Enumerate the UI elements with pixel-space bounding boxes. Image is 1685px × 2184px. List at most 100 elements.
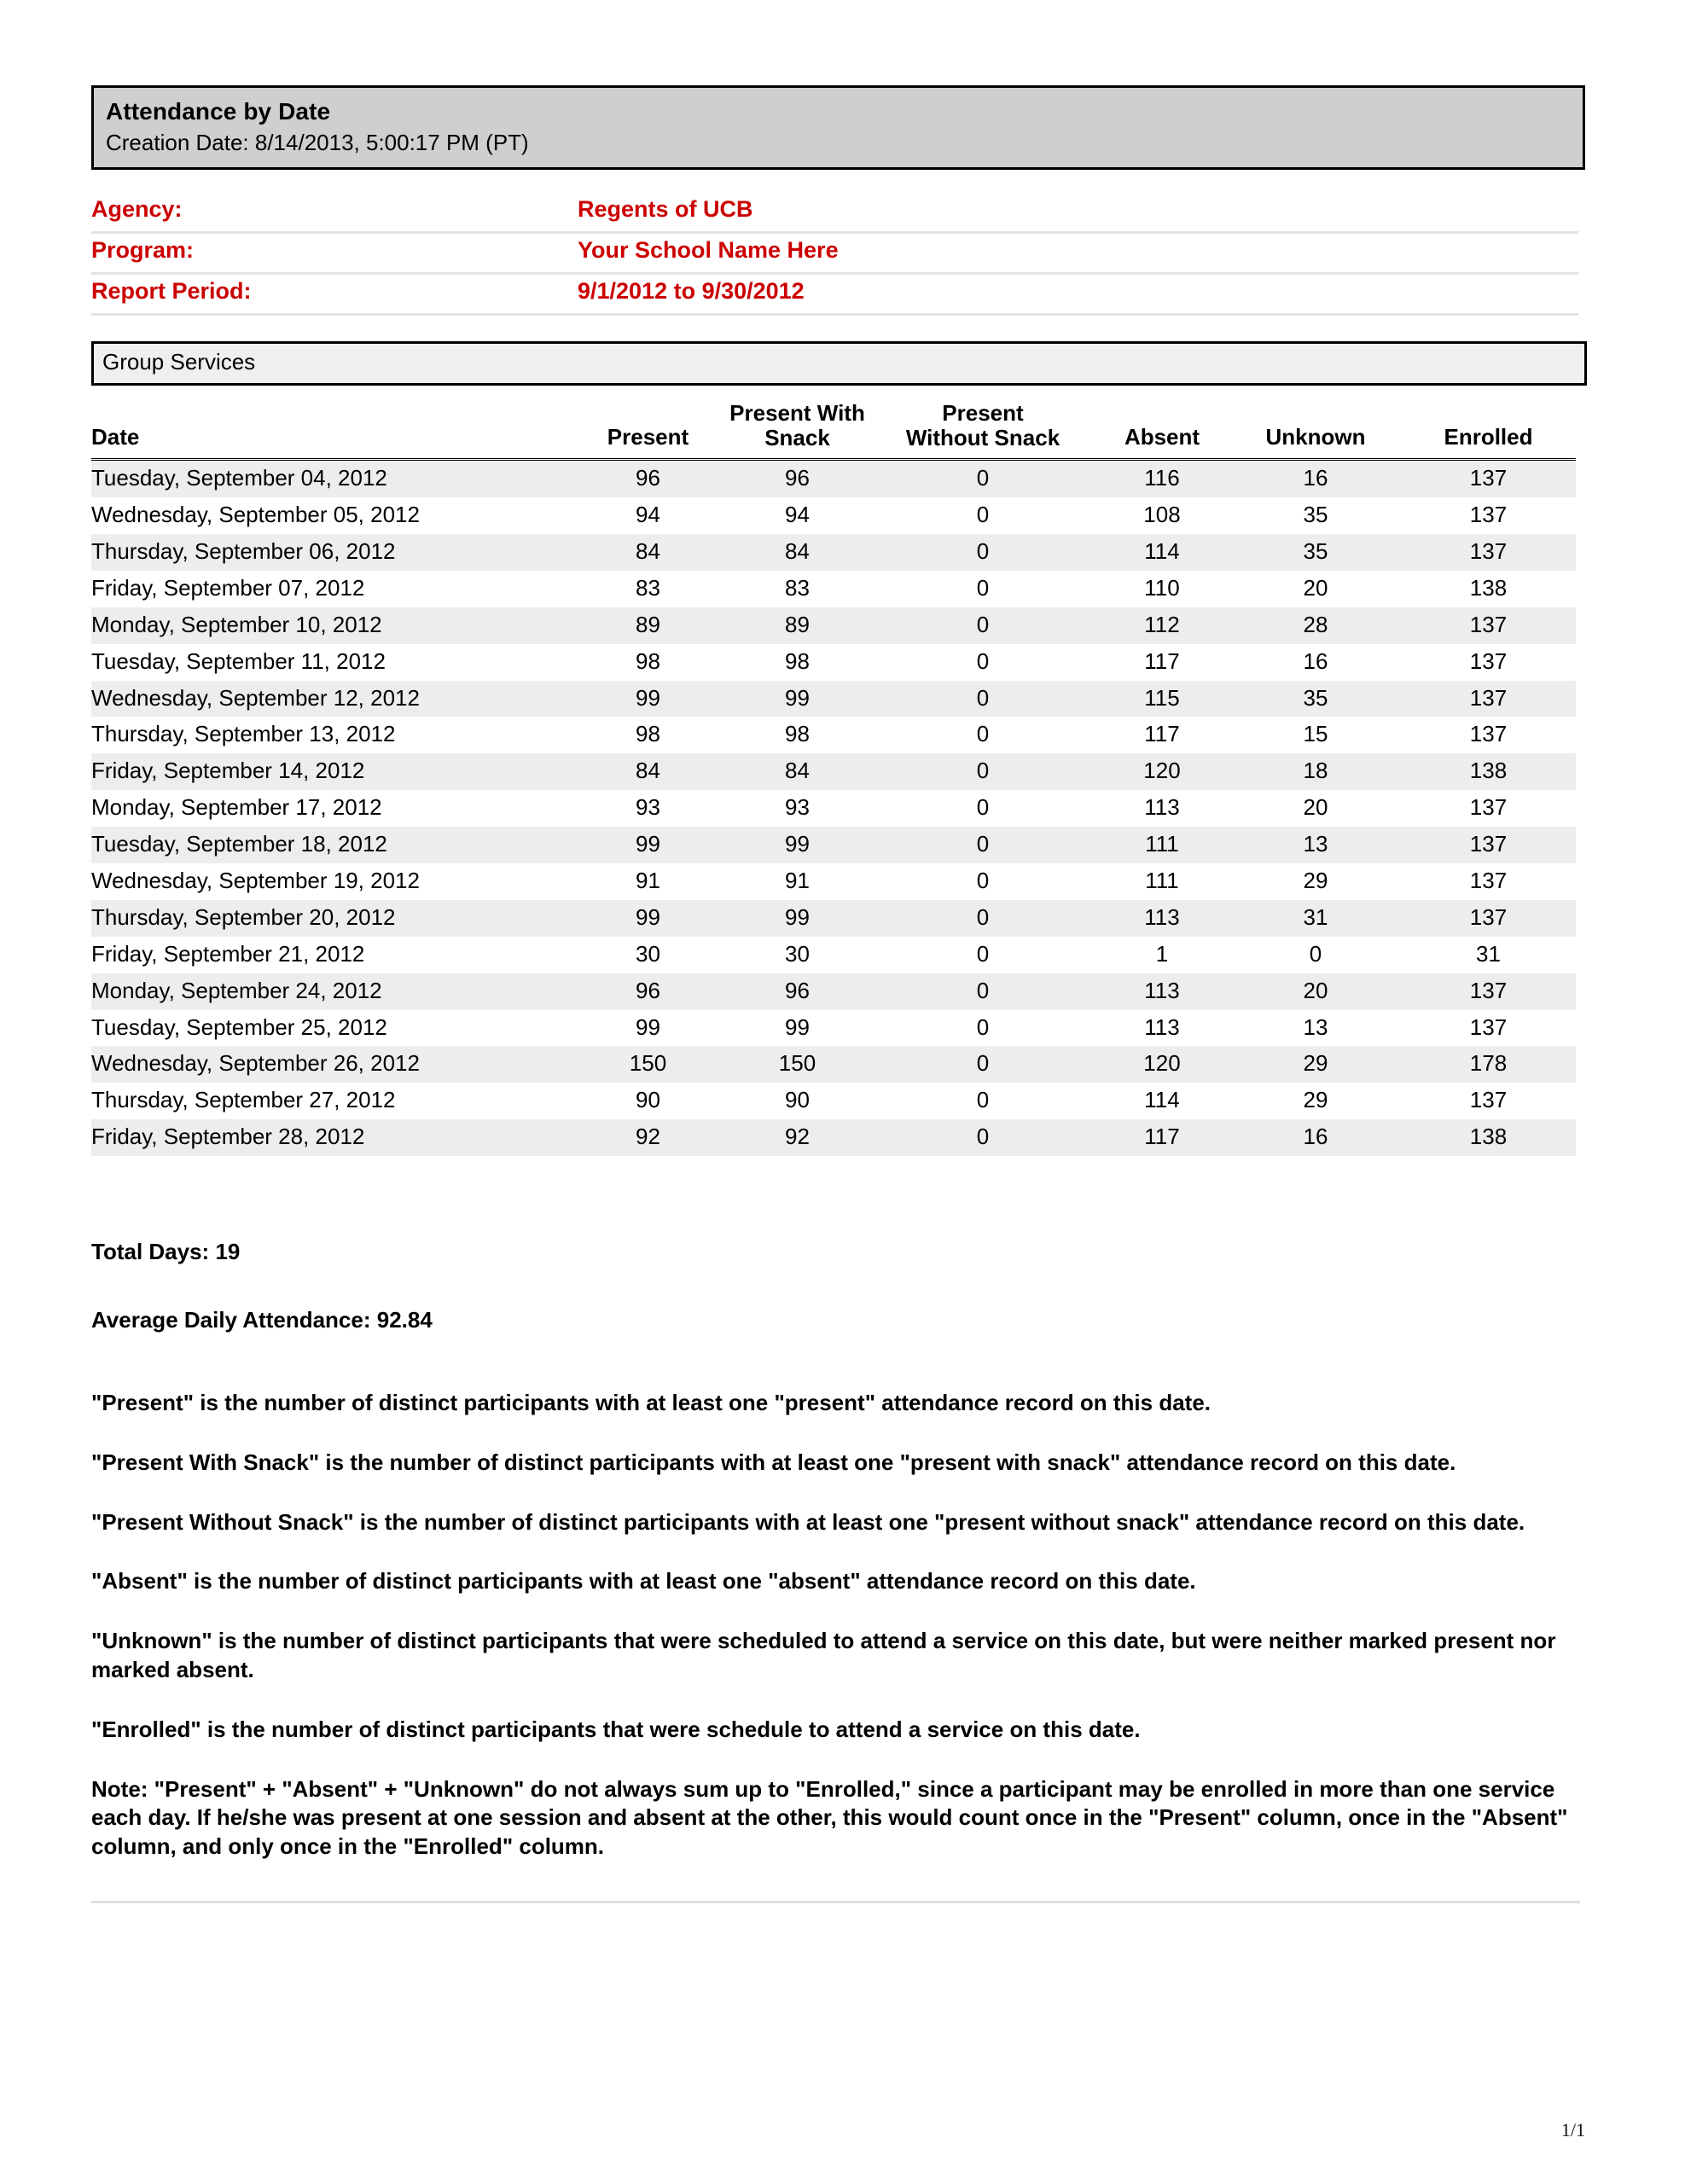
cell-value: 20 <box>1303 977 1328 1003</box>
cell-value: 99 <box>636 1014 660 1040</box>
table-head: Date Present Present With Snack Present … <box>91 400 1576 462</box>
cell-value: 83 <box>636 574 660 601</box>
cell-value: 28 <box>1303 611 1328 637</box>
cell-value: 99 <box>785 684 810 711</box>
cell-value: 0 <box>976 648 990 674</box>
cell-value: 113 <box>1144 794 1180 821</box>
table-row: Thursday, September 20, 2012 99 99 0 113 31 13… <box>91 899 1576 937</box>
cell-date: Tuesday, September 18, 2012 <box>91 831 387 857</box>
cell-value: 111 <box>1145 868 1179 894</box>
table-row: Wednesday, September 19, 2012 91 91 0 111 29 1… <box>91 863 1576 900</box>
cell-value: 16 <box>1303 1124 1328 1150</box>
cell-date: Wednesday, September 26, 2012 <box>91 1050 420 1077</box>
cell-value: 137 <box>1469 502 1508 528</box>
cell-value: 0 <box>976 574 990 601</box>
cell-value: 0 <box>976 721 990 747</box>
cell-value: 91 <box>636 868 660 894</box>
cell-value: 99 <box>636 684 660 711</box>
cell-value: 16 <box>1303 648 1328 674</box>
note-paragraph: "Present" is the number of distinct part… <box>91 1390 1211 1415</box>
cell-value: 0 <box>976 940 990 967</box>
table-row: Friday, September 14, 2012 84 84 0 120 18 138 <box>91 753 1576 791</box>
cell-value: 137 <box>1469 831 1508 857</box>
cell-date: Friday, September 28, 2012 <box>91 1124 365 1150</box>
cell-value: 0 <box>976 831 990 857</box>
cell-value: 113 <box>1144 977 1180 1003</box>
cell-value: 120 <box>1143 758 1181 784</box>
column-header-present-without-snack: Present Without Snack <box>872 400 1094 462</box>
table-row: Tuesday, September 11, 2012 98 98 0 117 16 137 <box>91 643 1576 681</box>
cell-value: 115 <box>1144 684 1180 711</box>
total-days: Total Days: 19 <box>91 1239 241 1264</box>
column-header-enrolled: Enrolled <box>1401 401 1576 462</box>
program-label: Program: <box>91 237 195 263</box>
table-row: Tuesday, September 18, 2012 99 99 0 111 13 137 <box>91 827 1576 864</box>
cell-date: Tuesday, September 25, 2012 <box>91 1014 387 1040</box>
cell-value: 0 <box>976 758 990 784</box>
cell-value: 0 <box>976 502 990 528</box>
cell-value: 13 <box>1303 1014 1328 1040</box>
report-meta: Agency: Regents of UCB Program: Your Sch… <box>91 196 1578 319</box>
cell-value: 84 <box>785 758 810 784</box>
report-period-label: Report Period: <box>91 278 252 304</box>
meta-row-agency: Agency: Regents of UCB <box>91 196 1578 234</box>
cell-value: 93 <box>785 794 810 821</box>
cell-value: 96 <box>636 465 660 491</box>
cell-value: 99 <box>785 1014 810 1040</box>
table-row: Thursday, September 06, 2012 84 84 0 114 35 13… <box>91 534 1576 571</box>
column-header-present: Present <box>573 401 723 462</box>
column-header-present-with-snack-line2: Snack <box>764 425 830 451</box>
meta-row-program: Program: Your School Name Here <box>91 237 1578 275</box>
cell-value: 137 <box>1469 977 1508 1003</box>
cell-value: 150 <box>778 1050 816 1077</box>
cell-date: Monday, September 10, 2012 <box>91 611 382 637</box>
cell-value: 0 <box>976 538 990 564</box>
cell-value: 117 <box>1144 648 1180 674</box>
column-header-present-with-snack-line1: Present With <box>729 400 865 426</box>
cell-value: 120 <box>1143 1050 1181 1077</box>
cell-value: 83 <box>785 574 810 601</box>
cell-value: 108 <box>1143 502 1181 528</box>
cell-value: 35 <box>1303 538 1328 564</box>
cell-value: 29 <box>1303 1050 1328 1077</box>
cell-value: 29 <box>1303 868 1328 894</box>
table-row: Wednesday, September 05, 2012 94 94 0 108 35 1… <box>91 497 1576 534</box>
cell-value: 16 <box>1303 465 1328 491</box>
column-header-present-without-snack-line1: Present <box>942 400 1024 426</box>
table-row: Thursday, September 13, 2012 98 98 0 117 15 13… <box>91 717 1576 754</box>
cell-value: 138 <box>1469 574 1508 601</box>
cell-value: 94 <box>785 502 810 528</box>
cell-value: 89 <box>636 611 660 637</box>
cell-value: 0 <box>976 903 990 930</box>
cell-value: 137 <box>1469 684 1508 711</box>
cell-value: 84 <box>636 538 660 564</box>
cell-value: 84 <box>636 758 660 784</box>
cell-value: 1 <box>1155 940 1169 967</box>
cell-date: Thursday, September 27, 2012 <box>91 1087 396 1113</box>
cell-date: Thursday, September 13, 2012 <box>91 721 396 747</box>
cell-value: 137 <box>1469 1087 1508 1113</box>
cell-value: 0 <box>976 977 990 1003</box>
cell-value: 137 <box>1469 1014 1508 1040</box>
cell-value: 0 <box>976 1124 990 1150</box>
column-header-unknown: Unknown <box>1230 401 1401 462</box>
cell-value: 94 <box>636 502 660 528</box>
cell-value: 0 <box>976 611 990 637</box>
cell-value: 113 <box>1144 1014 1180 1040</box>
page-number: 1/1 <box>1560 2119 1585 2140</box>
cell-value: 96 <box>636 977 660 1003</box>
cell-value: 31 <box>1303 903 1328 930</box>
cell-value: 18 <box>1303 758 1328 784</box>
table-body: Tuesday, September 04, 2012 96 96 0 116 16 137… <box>91 459 1576 1157</box>
table-row: Tuesday, September 25, 2012 99 99 0 113 13 137 <box>91 1009 1576 1047</box>
cell-date: Friday, September 07, 2012 <box>91 574 365 601</box>
cell-value: 30 <box>785 940 810 967</box>
cell-value: 112 <box>1144 611 1180 637</box>
cell-value: 137 <box>1469 721 1508 747</box>
cell-value: 0 <box>976 794 990 821</box>
cell-value: 15 <box>1303 721 1328 747</box>
cell-value: 0 <box>976 465 990 491</box>
section-header-group-services: Group Services <box>91 341 1587 386</box>
cell-value: 117 <box>1144 1124 1180 1150</box>
column-header-present-with-snack: Present With Snack <box>723 400 872 462</box>
